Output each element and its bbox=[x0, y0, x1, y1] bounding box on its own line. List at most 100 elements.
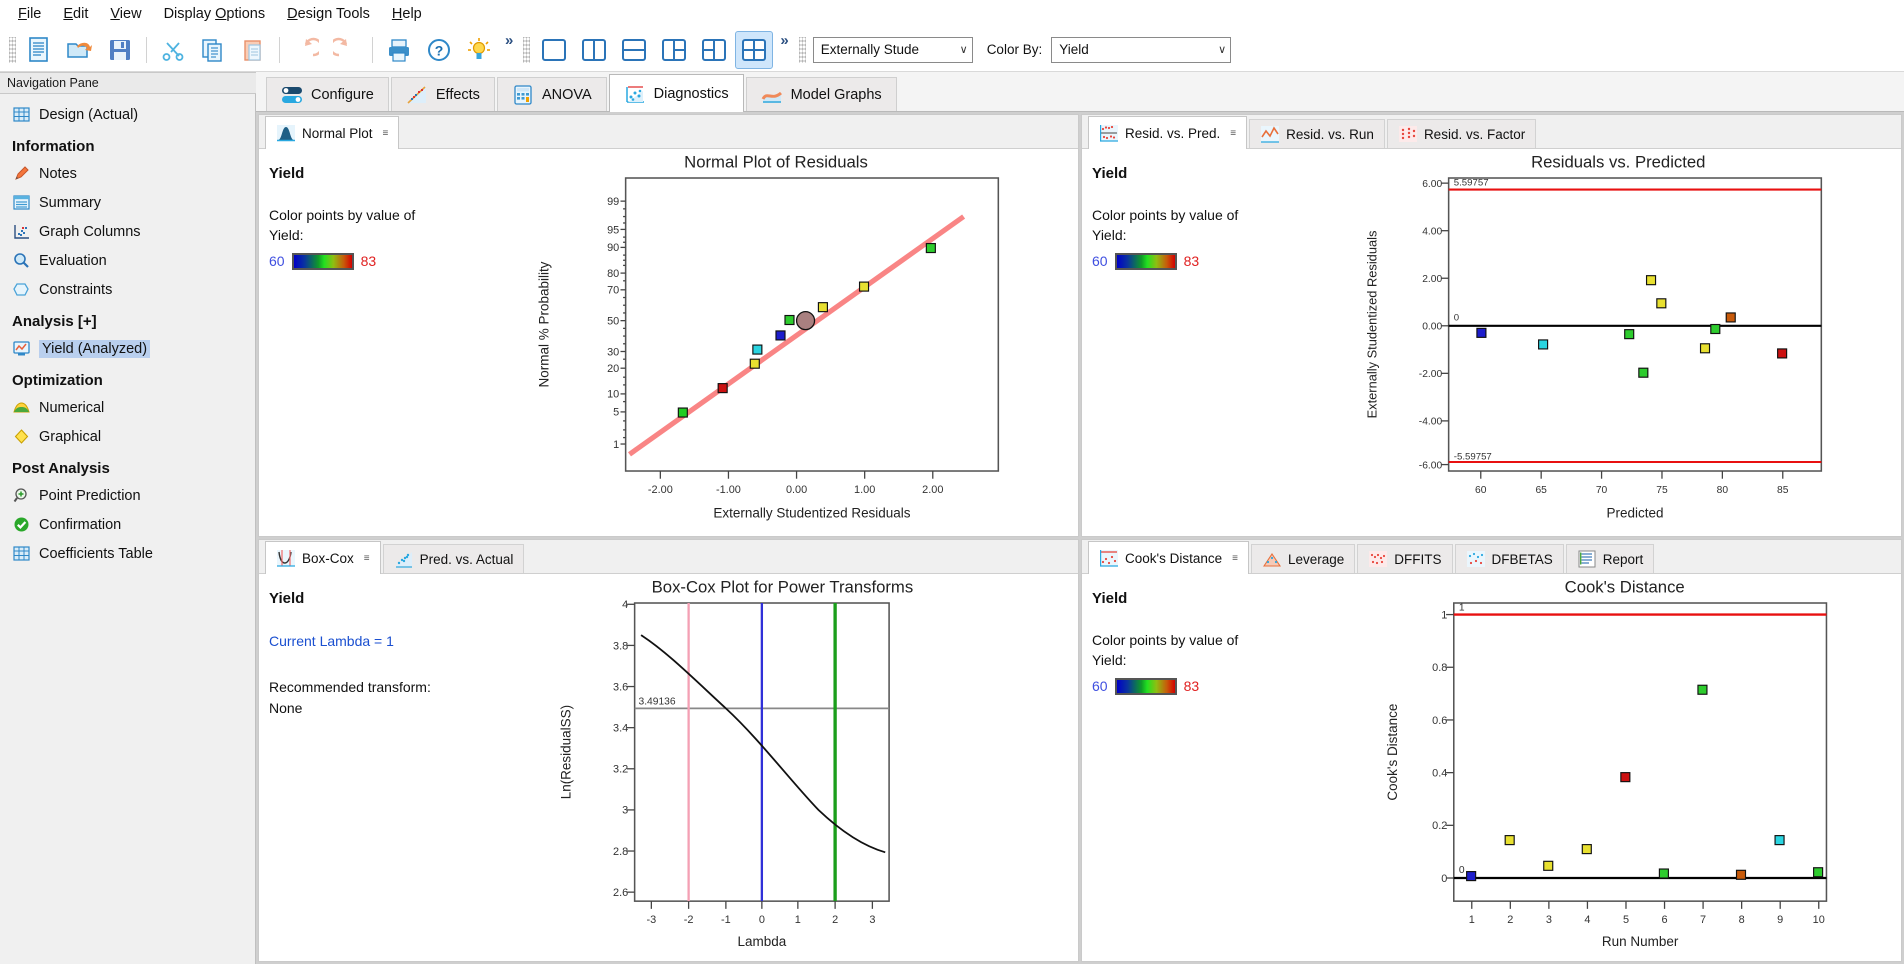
chevron-down-icon[interactable]: ≡ bbox=[1230, 128, 1236, 139]
data-point bbox=[1624, 329, 1635, 340]
tab-effects[interactable]: Effects bbox=[390, 77, 495, 111]
x-tick: 2 bbox=[1507, 914, 1513, 926]
subtab-dfbetas[interactable]: DFBETAS bbox=[1454, 544, 1564, 573]
layout-two-columns-icon[interactable] bbox=[575, 31, 613, 69]
color-gradient-bar bbox=[1114, 252, 1177, 270]
x-tick: 10 bbox=[1813, 914, 1825, 926]
menu-view[interactable]: View bbox=[100, 3, 151, 25]
print-icon[interactable] bbox=[380, 31, 418, 69]
y-tick: 6.00 bbox=[1422, 179, 1442, 190]
subtab-dffits[interactable]: DFFITS bbox=[1357, 544, 1453, 573]
toolbar-grip[interactable] bbox=[9, 36, 16, 63]
residuals-vs-predicted-canvas[interactable]: Residuals vs. Predicted 6.00 4.00 2.00 0… bbox=[1297, 149, 1901, 536]
zero-line-label: 0 bbox=[1454, 313, 1459, 324]
tab-label: ANOVA bbox=[541, 86, 592, 103]
chart-title: Normal Plot of Residuals bbox=[684, 153, 868, 172]
subtab-box-cox[interactable]: Box-Cox ≡ bbox=[265, 541, 381, 574]
chevron-down-icon[interactable]: ≡ bbox=[383, 128, 389, 139]
layout-right-split-icon[interactable] bbox=[695, 31, 733, 69]
residuals-vs-predicted-body: Yield Color points by value of Yield: 60… bbox=[1082, 149, 1901, 536]
subtab-normal-plot[interactable]: Normal Plot ≡ bbox=[265, 116, 400, 149]
redo-icon[interactable] bbox=[327, 31, 365, 69]
data-point bbox=[1710, 323, 1721, 335]
menu-help[interactable]: Help bbox=[382, 3, 432, 25]
subtab-cooks-distance[interactable]: Cook's Distance ≡ bbox=[1088, 541, 1249, 574]
sidebar-item-notes[interactable]: Notes bbox=[0, 159, 255, 188]
residual-type-select[interactable]: Externally Stude ∨ bbox=[812, 36, 973, 63]
data-point bbox=[858, 281, 870, 292]
layout-quad-icon[interactable] bbox=[735, 30, 774, 69]
x-tick: 2.00 bbox=[922, 484, 943, 496]
box-cox-canvas[interactable]: Box-Cox Plot for Power Transforms 4 3.8 … bbox=[474, 574, 1078, 961]
select-toolbar-grip[interactable] bbox=[798, 36, 806, 63]
subtab-label: Box-Cox bbox=[302, 550, 354, 566]
help-question-icon[interactable]: ? bbox=[420, 31, 458, 69]
subtab-report[interactable]: Report bbox=[1565, 544, 1655, 573]
resid-pred-icon bbox=[1099, 124, 1119, 142]
response-name: Yield bbox=[269, 590, 305, 607]
tab-anova[interactable]: ANOVA bbox=[496, 77, 607, 111]
x-tick: -2 bbox=[684, 914, 694, 926]
menu-display-options[interactable]: Display Options bbox=[154, 3, 276, 25]
layout-left-split-icon[interactable] bbox=[655, 31, 693, 69]
color-by-select[interactable]: Yield ∨ bbox=[1051, 36, 1232, 63]
copy-icon[interactable] bbox=[194, 31, 232, 69]
tab-diagnostics[interactable]: Diagnostics bbox=[608, 74, 744, 112]
sidebar-item-constraints[interactable]: Constraints bbox=[0, 275, 255, 304]
recommended-transform: Recommended transform: None bbox=[269, 677, 474, 719]
subtab-resid-vs-run[interactable]: Resid. vs. Run bbox=[1249, 119, 1385, 148]
sidebar-item-label: Point Prediction bbox=[39, 487, 141, 504]
sidebar-item-confirmation[interactable]: Confirmation bbox=[0, 510, 255, 539]
subtab-pred-vs-actual[interactable]: Pred. vs. Actual bbox=[382, 544, 525, 573]
sidebar-item-point-prediction[interactable]: Point Prediction bbox=[0, 481, 255, 510]
layout-overflow-chevron[interactable]: » bbox=[775, 32, 793, 49]
sidebar-item-label: Constraints bbox=[39, 281, 113, 298]
sidebar-item-graph-columns[interactable]: Graph Columns bbox=[0, 217, 255, 246]
sidebar-item-graphical[interactable]: Graphical bbox=[0, 422, 255, 451]
tab-label: Effects bbox=[435, 86, 480, 103]
color-gradient-bar bbox=[1114, 677, 1177, 695]
save-icon[interactable] bbox=[101, 31, 139, 69]
subtab-label: Report bbox=[1602, 551, 1644, 567]
toolbar-overflow-chevron[interactable]: » bbox=[500, 32, 518, 49]
subtab-resid-vs-factor[interactable]: Resid. vs. Factor bbox=[1386, 119, 1537, 148]
navigation-pane-title: Navigation Pane bbox=[0, 72, 256, 94]
new-icon[interactable] bbox=[21, 31, 59, 69]
normal-plot-canvas[interactable]: Normal Plot of Residuals 99 95 90 80 70 50 3… bbox=[474, 149, 1078, 536]
tab-model-graphs[interactable]: Model Graphs bbox=[745, 77, 897, 111]
subtab-leverage[interactable]: Leverage bbox=[1250, 544, 1356, 573]
layout-toolbar-grip[interactable] bbox=[523, 36, 531, 63]
paste-icon[interactable] bbox=[234, 31, 272, 69]
layout-single-icon[interactable] bbox=[535, 31, 573, 69]
sidebar-item-design-actual[interactable]: Design (Actual) bbox=[0, 100, 255, 129]
sidebar-item-yield-analyzed[interactable]: Yield (Analyzed) bbox=[0, 334, 255, 363]
color-gradient-legend: 60 83 bbox=[1092, 252, 1297, 270]
x-tick: 3 bbox=[869, 914, 875, 926]
cut-scissors-icon[interactable] bbox=[154, 31, 192, 69]
layout-two-rows-icon[interactable] bbox=[615, 31, 653, 69]
x-tick: 4 bbox=[1584, 914, 1590, 926]
tip-lightbulb-icon[interactable] bbox=[460, 31, 498, 69]
sidebar-item-evaluation[interactable]: Evaluation bbox=[0, 246, 255, 275]
x-tick: 1.00 bbox=[854, 484, 875, 496]
yellow-diamond-icon bbox=[12, 427, 31, 446]
residuals-vs-predicted-svg: Residuals vs. Predicted 6.00 4.00 2.00 0… bbox=[1365, 153, 1823, 520]
sidebar-item-coefficients-table[interactable]: Coefficients Table bbox=[0, 539, 255, 568]
cooks-distance-canvas[interactable]: Cook's Distance 1 0.8 0.6 0.4 0.2 0 Cook… bbox=[1297, 574, 1901, 961]
chevron-down-icon[interactable]: ≡ bbox=[364, 553, 370, 564]
tab-configure[interactable]: Configure bbox=[266, 77, 389, 111]
open-folder-icon[interactable] bbox=[61, 31, 99, 69]
quadrant-residuals-vs-predicted: Resid. vs. Pred. ≡ Resid. vs. Run Resid.… bbox=[1081, 114, 1902, 537]
sidebar-item-numerical[interactable]: Numerical bbox=[0, 393, 255, 422]
dfbetas-icon bbox=[1466, 550, 1486, 568]
menu-edit[interactable]: Edit bbox=[53, 3, 98, 25]
subtab-resid-vs-pred[interactable]: Resid. vs. Pred. ≡ bbox=[1088, 116, 1248, 149]
menu-file[interactable]: File bbox=[8, 3, 51, 25]
chevron-down-icon: ∨ bbox=[1218, 44, 1227, 56]
legend-high-value: 83 bbox=[1183, 253, 1200, 270]
chevron-down-icon[interactable]: ≡ bbox=[1232, 553, 1238, 564]
undo-icon[interactable] bbox=[287, 31, 325, 69]
sidebar-item-summary[interactable]: Summary bbox=[0, 188, 255, 217]
menu-design-tools[interactable]: Design Tools bbox=[277, 3, 380, 25]
grid-table-icon bbox=[12, 105, 31, 124]
